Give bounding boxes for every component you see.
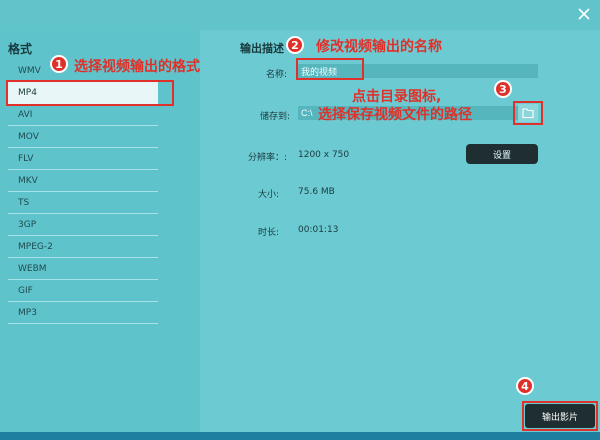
resolution-value: 1200 x 750 (298, 150, 350, 160)
format-sidebar: 格式 WMV MP4 AVI MOV FLV MKV TS 3GP MPEG-2… (0, 30, 200, 432)
format-item-mp3[interactable]: MP3 (8, 302, 158, 324)
annotation-text-2: 修改视频输出的名称 (316, 39, 442, 55)
format-item-flv[interactable]: FLV (8, 148, 158, 170)
sidebar-header: 格式 (8, 42, 33, 56)
close-icon[interactable] (576, 6, 592, 22)
size-label: 大小: (258, 190, 280, 200)
folder-highlight-box (513, 101, 543, 125)
format-item-3gp[interactable]: 3GP (8, 214, 158, 236)
duration-value: 00:01:13 (298, 225, 339, 235)
output-section-title: 输出描述 (240, 42, 284, 55)
format-item-gif[interactable]: GIF (8, 280, 158, 302)
format-item-ts[interactable]: TS (8, 192, 158, 214)
format-item-mkv[interactable]: MKV (8, 170, 158, 192)
save-to-label: 储存到: (260, 112, 291, 122)
resolution-label: 分辨率：: (248, 153, 288, 163)
name-label: 名称: (266, 70, 288, 80)
annotation-badge-2: 2 (286, 36, 304, 54)
size-value: 75.6 MB (298, 187, 335, 197)
taskbar-strip (0, 432, 600, 440)
title-bar (0, 0, 600, 30)
export-highlight-box (522, 401, 598, 431)
annotation-text-1: 选择视频输出的格式 (74, 59, 200, 75)
settings-button[interactable]: 设置 (466, 144, 538, 164)
mp4-highlight-box (6, 80, 174, 106)
annotation-badge-3: 3 (494, 80, 512, 98)
annotation-badge-1: 1 (50, 55, 68, 73)
annotation-text-3b: 选择保存视频文件的路径 (318, 107, 472, 123)
annotation-badge-4: 4 (516, 377, 534, 395)
annotation-text-3a: 点击目录图标, (352, 89, 442, 105)
format-item-avi[interactable]: AVI (8, 104, 158, 126)
format-item-mpeg2[interactable]: MPEG-2 (8, 236, 158, 258)
format-item-mov[interactable]: MOV (8, 126, 158, 148)
format-item-webm[interactable]: WEBM (8, 258, 158, 280)
name-highlight-box (296, 58, 364, 80)
duration-label: 时长: (258, 228, 280, 238)
